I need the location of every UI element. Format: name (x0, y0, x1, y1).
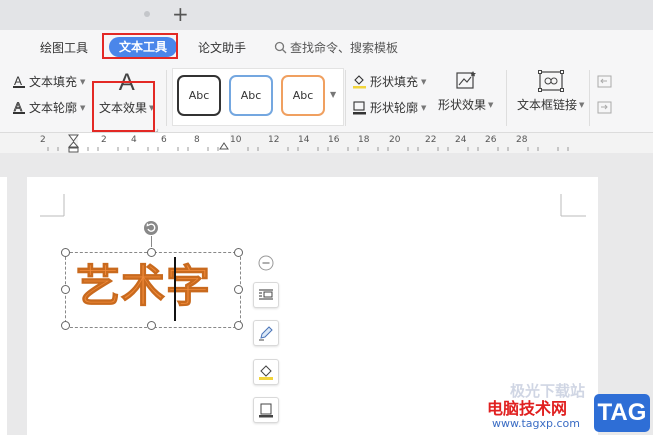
highlight-box-text-effect (92, 81, 155, 132)
window-tab-strip: + (0, 0, 653, 30)
paint-bucket-icon (259, 365, 273, 380)
wrap-text-icon (259, 289, 273, 300)
search-icon (274, 41, 287, 54)
style-preset-orange[interactable]: Abc (281, 75, 325, 116)
ruler-number: 18 (358, 135, 370, 145)
ruler-number: 20 (389, 135, 401, 145)
rotate-handle-icon[interactable] (143, 220, 159, 236)
resize-handle[interactable] (61, 285, 70, 294)
resize-handle[interactable] (147, 321, 156, 330)
wrap-text-button[interactable] (253, 282, 279, 308)
resize-handle[interactable] (234, 321, 243, 330)
ruler-number: 22 (425, 135, 437, 145)
shape-effect-button[interactable]: 形状效果 ▼ (438, 70, 493, 113)
ruler-number: 16 (328, 135, 340, 145)
ribbon-tab-row: 绘图工具 文本工具 论文助手 查找命令、搜索模板 (0, 30, 653, 64)
watermark-tag-logo: TAG (594, 394, 650, 432)
shape-outline-label: 形状轮廓 (370, 101, 419, 115)
chevron-down-icon: ▼ (80, 103, 86, 112)
divider (589, 70, 590, 126)
text-fill-button[interactable]: A 文本填充 ▼ (12, 73, 85, 90)
svg-text:A: A (14, 74, 22, 88)
resize-handle[interactable] (61, 248, 70, 257)
word-art-text[interactable]: 艺术字 (76, 261, 211, 313)
divider (345, 70, 346, 126)
text-outline-label: 文本轮廓 (29, 101, 78, 115)
ruler-number: 26 (485, 135, 497, 145)
chevron-down-icon: ▼ (421, 77, 427, 86)
svg-text:A: A (14, 100, 22, 114)
ruler-ticks (47, 147, 569, 151)
pen-icon (259, 326, 273, 341)
shape-outline-button[interactable]: 形状轮廓 ▼ (352, 99, 426, 116)
text-outline-button[interactable]: A 文本轮廓 ▼ (12, 99, 85, 116)
text-fill-icon: A (13, 74, 25, 88)
style-preset-black[interactable]: Abc (177, 75, 221, 116)
ruler-number: 12 (268, 135, 280, 145)
edit-shape-button[interactable] (253, 320, 279, 346)
shape-effect-icon (456, 71, 476, 89)
watermark-site-name: 电脑技术网 (487, 399, 568, 418)
ruler-number: 6 (161, 135, 167, 145)
ruler-number: 14 (298, 135, 310, 145)
search-label: 查找命令、搜索模板 (290, 41, 399, 55)
rotate-handle-line (151, 236, 152, 247)
ruler-number: 24 (455, 135, 467, 145)
text-cursor (174, 257, 176, 321)
chevron-down-icon: ▼ (80, 77, 86, 86)
right-indent-marker-icon[interactable] (219, 142, 229, 151)
collapse-icon[interactable] (258, 255, 274, 271)
page-edge (0, 177, 7, 435)
ruler-number: 28 (516, 135, 528, 145)
shape-outline-icon (259, 403, 273, 418)
command-search[interactable]: 查找命令、搜索模板 (274, 39, 398, 56)
text-box[interactable]: 艺术字 (65, 252, 241, 328)
margin-corner-top-right (560, 194, 586, 217)
ruler-number: 8 (194, 135, 200, 145)
divider (506, 70, 507, 126)
fill-button[interactable] (253, 359, 279, 385)
shape-effect-label: 形状效果 (438, 98, 487, 112)
outline-button[interactable] (253, 397, 279, 423)
indent-marker-icon[interactable] (68, 134, 79, 153)
style-preset-blue[interactable]: Abc (229, 75, 273, 116)
resize-handle[interactable] (234, 285, 243, 294)
resize-handle[interactable] (234, 248, 243, 257)
text-fill-label: 文本填充 (29, 75, 78, 89)
textbox-link-button[interactable]: 文本框链接 ▼ (517, 70, 584, 113)
horizontal-ruler[interactable]: 2 2 4 6 8 10 12 14 16 18 20 22 24 26 28 (0, 133, 653, 153)
textbox-link-label: 文本框链接 (517, 98, 578, 112)
tab-drawing-tools[interactable]: 绘图工具 (40, 39, 88, 56)
link-icon (537, 70, 564, 92)
text-outline-icon: A (13, 100, 25, 114)
divider (166, 70, 167, 126)
shape-fill-label: 形状填充 (370, 75, 419, 89)
next-link-icon[interactable] (597, 101, 613, 115)
tab-dot-icon (144, 11, 150, 17)
prev-link-icon[interactable] (597, 75, 613, 89)
ruler-number: 2 (101, 135, 107, 145)
shape-outline-icon (353, 101, 366, 115)
gallery-more-icon[interactable]: ▼ (330, 90, 336, 99)
new-tab-icon[interactable]: + (172, 3, 189, 25)
paint-bucket-icon (353, 75, 366, 89)
ruler-number: 10 (230, 135, 242, 145)
ruler-number: 4 (131, 135, 137, 145)
ruler-number: 2 (40, 135, 46, 145)
dialog-launcher-icon[interactable]: ⌟ (155, 124, 159, 133)
chevron-down-icon: ▼ (488, 100, 494, 109)
resize-handle[interactable] (61, 321, 70, 330)
shape-fill-button[interactable]: 形状填充 ▼ (352, 73, 426, 90)
watermark-url: www.tagxp.com (492, 417, 580, 430)
tab-paper-assistant[interactable]: 论文助手 (198, 39, 246, 56)
ribbon: A 文本填充 ▼ A 文本轮廓 ▼ A 文本效果 ▼ ⌟ Abc Abc Abc… (0, 64, 653, 133)
highlight-box-tab (102, 33, 178, 59)
resize-handle[interactable] (147, 248, 156, 257)
margin-corner-top-left (40, 194, 65, 217)
chevron-down-icon: ▼ (579, 100, 585, 109)
chevron-down-icon: ▼ (421, 103, 427, 112)
